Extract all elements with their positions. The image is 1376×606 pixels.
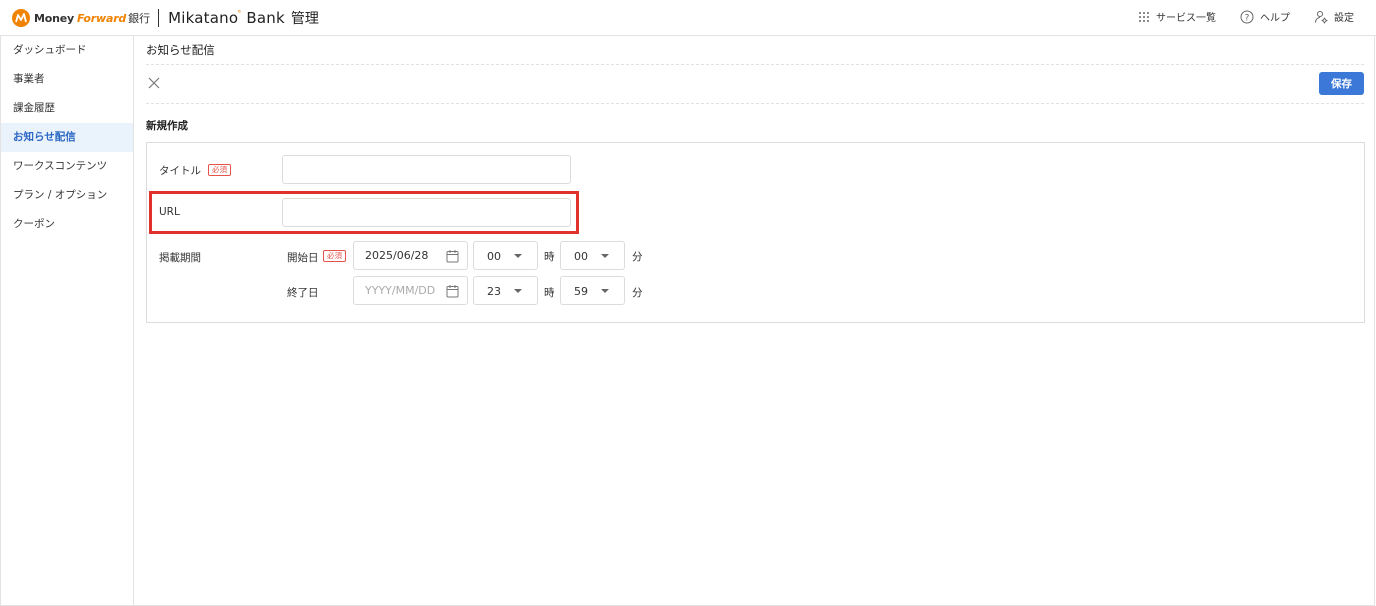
logo-divider — [158, 9, 160, 27]
calendar-icon[interactable] — [446, 249, 459, 266]
minute-unit-label: 分 — [632, 251, 643, 263]
end-date-input[interactable]: YYYY/MM/DD — [353, 276, 468, 305]
url-label: URL — [159, 206, 180, 218]
sidebar-item-notifications[interactable]: お知らせ配信 — [1, 123, 133, 152]
start-date-label: 開始日 — [287, 252, 319, 264]
sidebar-item-plans-options[interactable]: プラン / オプション — [1, 181, 133, 210]
start-hour-value: 00 — [487, 250, 501, 263]
brand-logo[interactable]: Money Forward 銀行 Mikatano° Bank 管理 — [12, 8, 319, 28]
calendar-icon[interactable] — [446, 284, 459, 301]
hour-unit-label: 時 — [544, 287, 555, 299]
app-name-text: Mikatano — [168, 9, 239, 27]
services-label: サービス一覧 — [1156, 13, 1216, 24]
divider — [146, 103, 1364, 104]
header-nav: サービス一覧 ? ヘルプ 設定 — [1114, 9, 1354, 24]
app-header: Money Forward 銀行 Mikatano° Bank 管理 サービス一… — [0, 0, 1376, 36]
help-button[interactable]: ? ヘルプ — [1240, 9, 1290, 24]
end-date-label: 終了日 — [287, 287, 319, 299]
title-label: タイトル — [159, 165, 201, 177]
chevron-down-icon — [601, 254, 609, 258]
start-date-value: 2025/06/28 — [365, 249, 429, 262]
section-title: 新規作成 — [146, 120, 188, 132]
title-input[interactable] — [282, 155, 571, 184]
period-label: 掲載期間 — [159, 252, 201, 264]
minute-unit-label: 分 — [632, 287, 643, 299]
hour-unit-label: 時 — [544, 251, 555, 263]
end-hour-value: 23 — [487, 285, 501, 298]
logo-money-text: Money — [34, 11, 74, 25]
start-minute-value: 00 — [574, 250, 588, 263]
end-minute-value: 59 — [574, 285, 588, 298]
start-hour-select[interactable]: 00 — [473, 241, 538, 270]
app-title: Mikatano° Bank — [168, 9, 285, 27]
notification-form: タイトル 必須 URL 掲載期間 開始日 必須 2025/06/28 00 時 … — [146, 142, 1365, 323]
end-minute-select[interactable]: 59 — [560, 276, 625, 305]
sidebar-item-coupons[interactable]: クーポン — [1, 210, 133, 239]
grid-icon — [1138, 11, 1150, 23]
end-hour-select[interactable]: 23 — [473, 276, 538, 305]
sidebar-item-billing-history[interactable]: 課金履歴 — [1, 94, 133, 123]
sidebar-item-works-contents[interactable]: ワークスコンテンツ — [1, 152, 133, 181]
sidebar-item-businesses[interactable]: 事業者 — [1, 65, 133, 94]
divider — [146, 64, 1364, 65]
services-menu-button[interactable]: サービス一覧 — [1138, 9, 1216, 24]
settings-button[interactable]: 設定 — [1314, 9, 1354, 24]
page-title: お知らせ配信 — [146, 43, 215, 57]
required-badge: 必須 — [323, 250, 346, 262]
close-button[interactable] — [147, 76, 161, 90]
start-date-input[interactable]: 2025/06/28 — [353, 241, 468, 270]
chevron-down-icon — [601, 289, 609, 293]
money-forward-logo-icon — [12, 9, 30, 27]
sidebar: ダッシュボード 事業者 課金履歴 お知らせ配信 ワークスコンテンツ プラン / … — [0, 36, 134, 606]
help-label: ヘルプ — [1260, 13, 1290, 24]
user-settings-icon — [1314, 10, 1328, 24]
svg-text:?: ? — [1245, 13, 1250, 23]
end-date-placeholder: YYYY/MM/DD — [365, 284, 436, 297]
chevron-down-icon — [514, 289, 522, 293]
app-name-bank-text: Bank — [246, 9, 285, 27]
settings-label: 設定 — [1334, 13, 1354, 24]
logo-forward-text: Forward — [76, 11, 127, 25]
close-icon — [148, 77, 160, 89]
save-button[interactable]: 保存 — [1319, 72, 1364, 95]
main-content: お知らせ配信 保存 新規作成 タイトル 必須 URL 掲載期間 開始日 必須 2… — [134, 36, 1375, 606]
help-icon: ? — [1240, 10, 1254, 24]
logo-bank-text: 銀行 — [128, 12, 151, 25]
start-minute-select[interactable]: 00 — [560, 241, 625, 270]
required-badge: 必須 — [208, 164, 231, 176]
url-input[interactable] — [282, 198, 571, 227]
chevron-down-icon — [514, 254, 522, 258]
app-name-mark: ° — [237, 9, 242, 18]
app-title-suffix: 管理 — [290, 11, 319, 27]
sidebar-item-dashboard[interactable]: ダッシュボード — [1, 36, 133, 65]
